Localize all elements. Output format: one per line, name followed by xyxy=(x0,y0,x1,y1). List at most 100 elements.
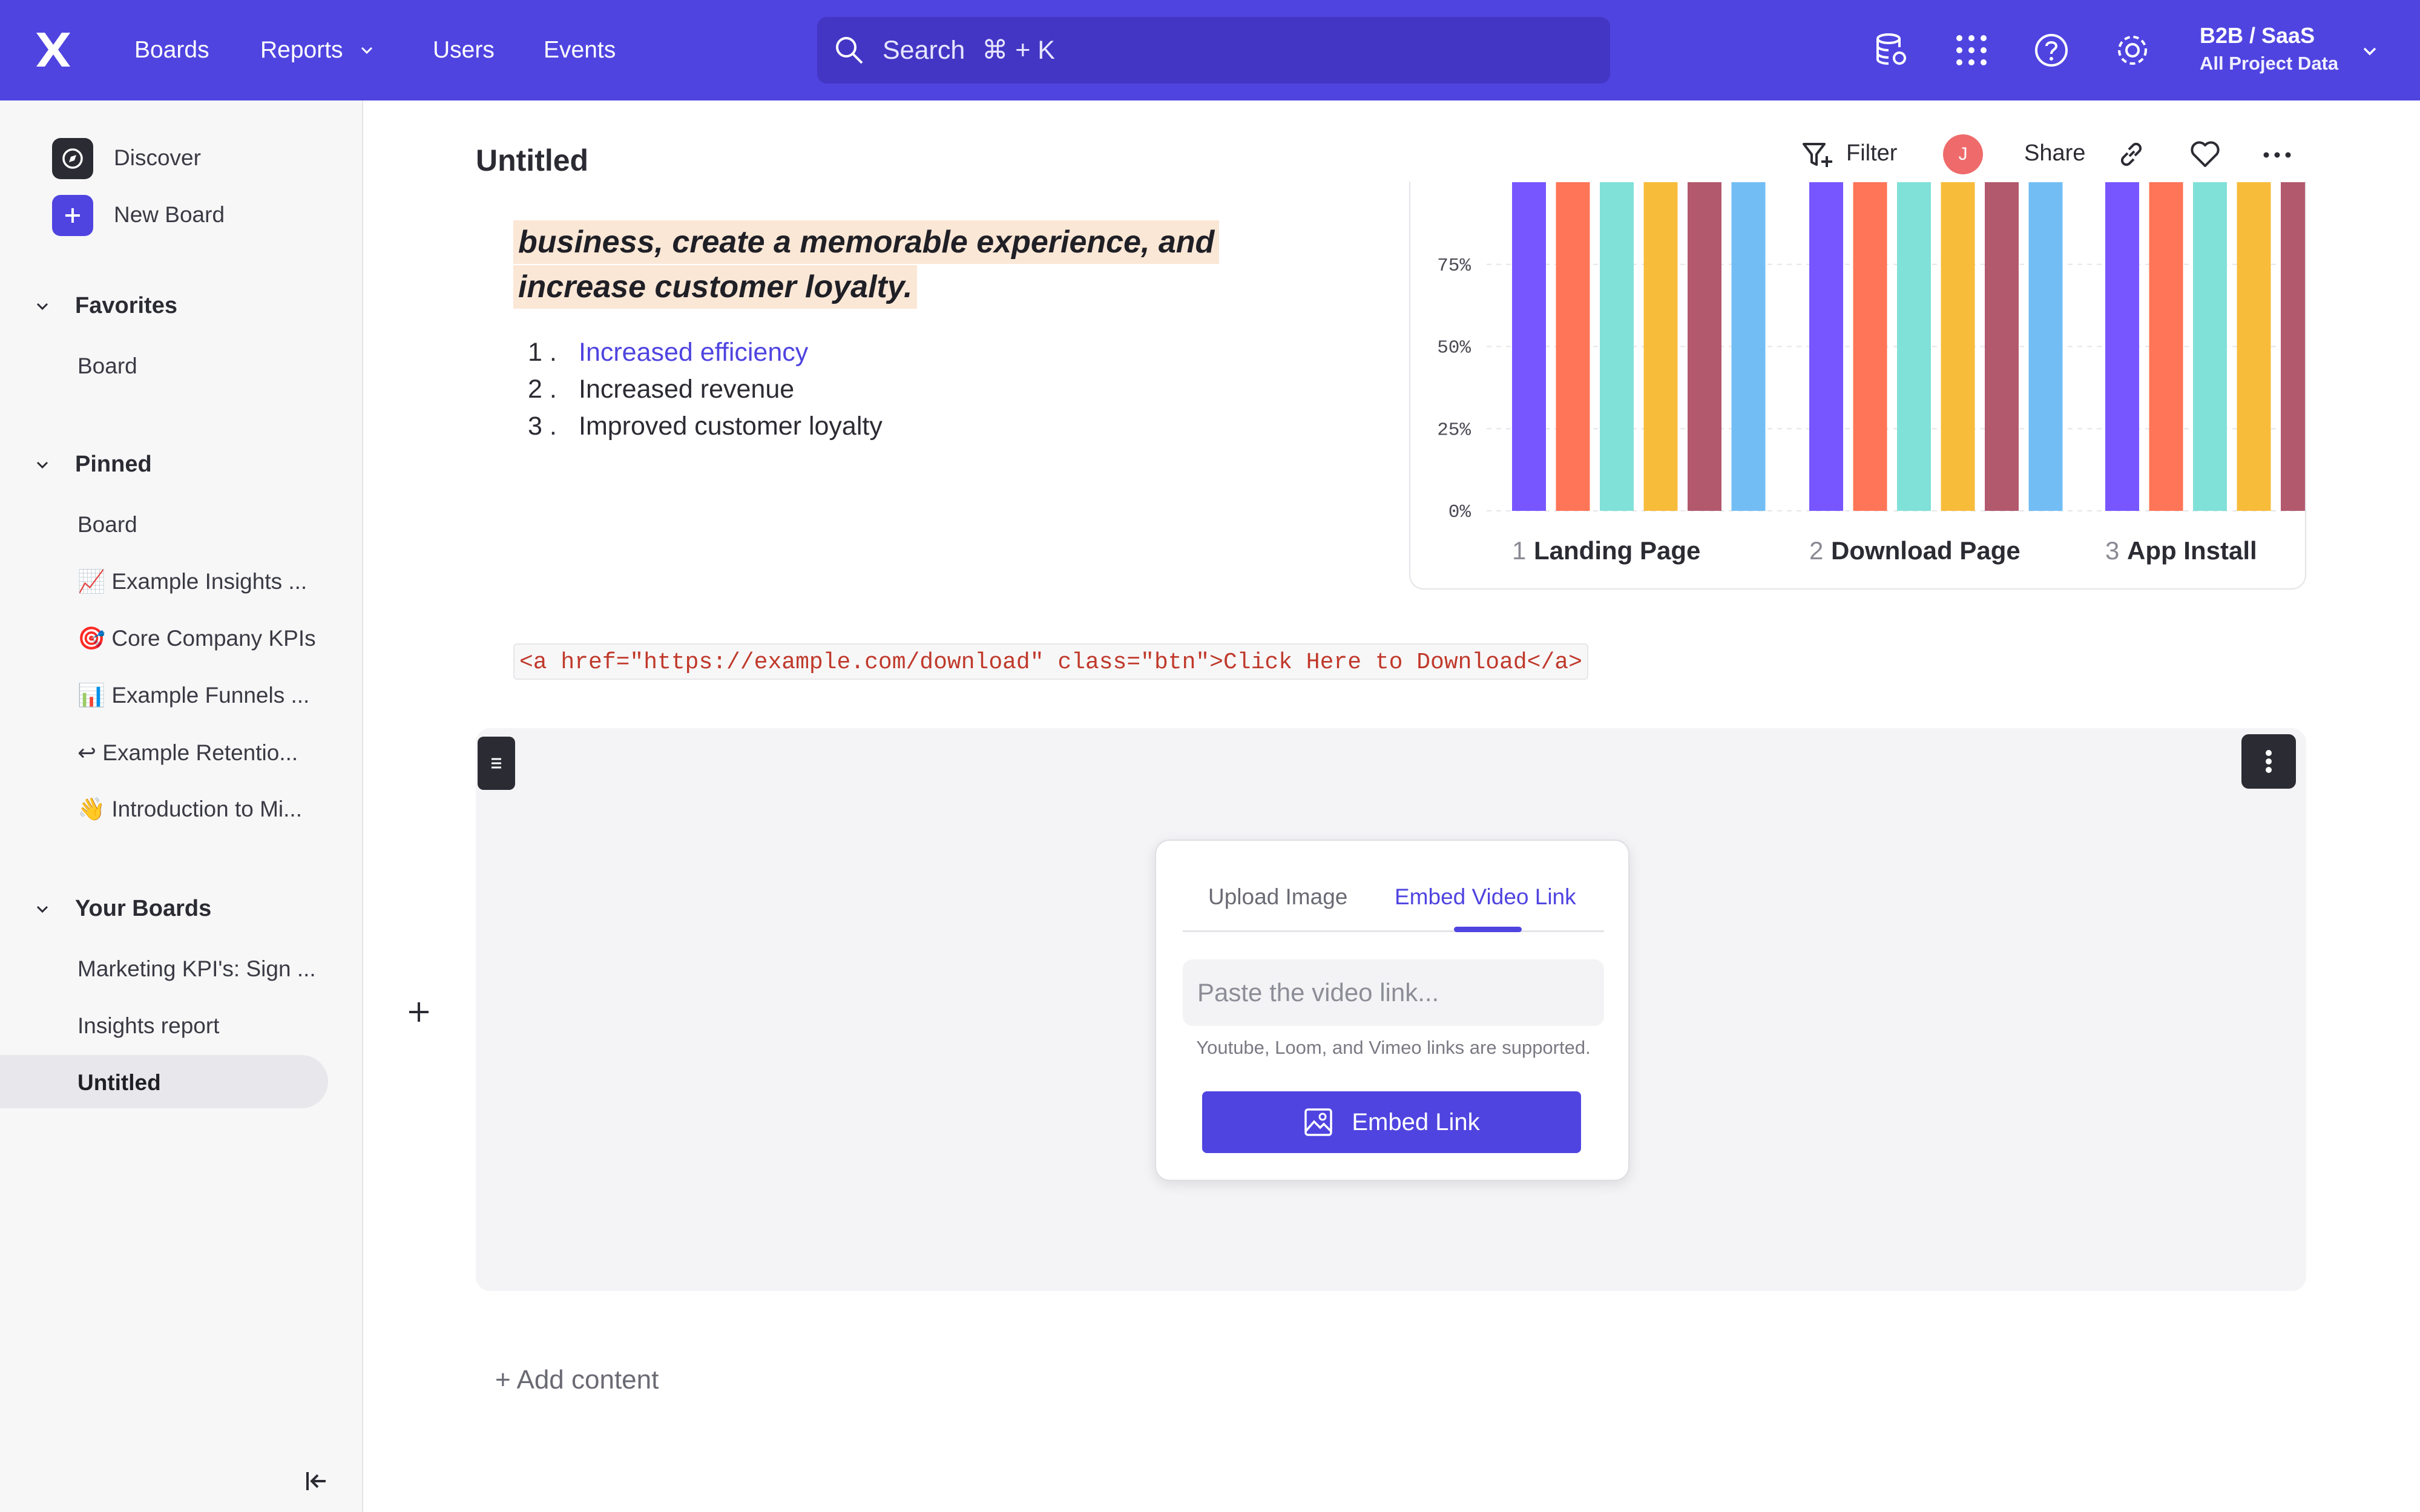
chevron-down-icon xyxy=(36,303,48,310)
gear-icon[interactable] xyxy=(2113,30,2152,70)
list-number: 2 . xyxy=(528,375,557,404)
nav-users[interactable]: Users xyxy=(433,0,495,100)
avatar[interactable]: J xyxy=(1943,134,1983,174)
chart-bar[interactable] xyxy=(1941,182,1975,511)
sidebar-item-favorite-board[interactable]: Board xyxy=(77,353,137,379)
category-number: 1 xyxy=(1512,536,1526,565)
chart-bar[interactable] xyxy=(1853,182,1887,511)
nav-boards-label: Boards xyxy=(134,37,209,63)
project-selector[interactable]: B2B / SaaS All Project Data xyxy=(2200,22,2338,77)
chart-bar[interactable] xyxy=(1643,182,1678,511)
add-content-button[interactable]: + Add content xyxy=(495,1365,659,1395)
nav-events[interactable]: Events xyxy=(544,0,616,100)
chart-bar[interactable] xyxy=(1985,182,2019,511)
logo-icon[interactable] xyxy=(31,28,75,71)
sidebar-item-example-insights[interactable]: 📈 Example Insights ... xyxy=(77,569,307,595)
chart-bar[interactable] xyxy=(1512,182,1546,511)
filter-icon[interactable] xyxy=(1800,138,1834,172)
tab-divider xyxy=(1183,930,1604,932)
drag-handle-icon xyxy=(492,758,501,769)
search-bar[interactable]: Search ⌘ + K xyxy=(817,17,1610,84)
apps-grid-icon[interactable] xyxy=(1951,30,1991,70)
y-tick-label: 0% xyxy=(1448,502,1471,523)
list-item: Improved customer loyalty xyxy=(579,412,883,441)
sidebar-item-untitled[interactable]: Untitled xyxy=(77,1070,161,1096)
chart-bar[interactable] xyxy=(1731,182,1766,511)
funnel-chart-card[interactable]: 75% 50% 25% 0% 1 Landing Page 2 Download Page 3 A… xyxy=(1409,182,2306,590)
block-menu-button[interactable] xyxy=(2241,734,2296,789)
add-block-icon[interactable] xyxy=(403,996,435,1028)
favorites-section-header[interactable]: Favorites xyxy=(34,293,177,319)
sidebar-active-highlight xyxy=(0,1055,328,1108)
category-label: App Install xyxy=(2127,536,2257,565)
more-vertical-icon xyxy=(2266,750,2272,773)
data-settings-icon[interactable] xyxy=(1872,30,1912,70)
sidebar: Discover New Board Favorites Board Pinne… xyxy=(0,100,363,1512)
project-scope: All Project Data xyxy=(2200,53,2339,74)
help-icon[interactable] xyxy=(2031,30,2071,70)
collapse-sidebar-icon[interactable] xyxy=(301,1466,332,1496)
sidebar-item-example-funnels[interactable]: 📊 Example Funnels ... xyxy=(77,683,309,709)
share-button[interactable]: Share xyxy=(2024,140,2085,166)
chart-bar[interactable] xyxy=(2149,182,2183,511)
sidebar-new-board[interactable]: New Board xyxy=(114,202,225,228)
project-name: B2B / SaaS xyxy=(2200,23,2315,48)
tab-embed-video-link[interactable]: Embed Video Link xyxy=(1395,884,1576,910)
pinned-section-header[interactable]: Pinned xyxy=(34,452,152,478)
video-link-input[interactable] xyxy=(1183,959,1604,1026)
top-navigation-bar: Boards Reports Users Events Search ⌘ + K… xyxy=(0,0,2420,100)
chart-bar[interactable] xyxy=(1809,182,1843,511)
sidebar-item-pinned-board[interactable]: Board xyxy=(77,512,137,537)
chevron-down-icon[interactable] xyxy=(2361,42,2379,61)
category-number: 3 xyxy=(2105,536,2119,565)
y-tick-label: 25% xyxy=(1437,419,1471,441)
chart-bar[interactable] xyxy=(2193,182,2227,511)
category-number: 2 xyxy=(1809,536,1823,565)
sidebar-item-introduction[interactable]: 👋 Introduction to Mi... xyxy=(77,797,302,823)
embed-media-card: Upload Image Embed Video Link Youtube, L… xyxy=(1155,840,1629,1181)
chart-bar[interactable] xyxy=(1600,182,1634,511)
sidebar-item-example-retention[interactable]: ↩ Example Retentio... xyxy=(77,740,298,766)
page-title[interactable]: Untitled xyxy=(476,143,588,178)
active-tab-indicator xyxy=(1454,927,1522,932)
category-label: Download Page xyxy=(1831,536,2021,565)
tab-upload-image[interactable]: Upload Image xyxy=(1208,884,1347,910)
heart-icon[interactable] xyxy=(2188,137,2223,172)
drag-handle[interactable] xyxy=(478,737,515,790)
chart-bar[interactable] xyxy=(2028,182,2063,511)
y-tick-label: 50% xyxy=(1437,338,1471,359)
nav-events-label: Events xyxy=(544,37,616,63)
quote-line-2: increase customer loyalty. xyxy=(513,265,918,309)
plus-icon xyxy=(52,195,93,236)
y-tick-label: 75% xyxy=(1437,255,1471,277)
sidebar-discover[interactable]: Discover xyxy=(114,145,201,171)
sidebar-item-insights-report[interactable]: Insights report xyxy=(77,1013,219,1039)
more-options-icon[interactable] xyxy=(2260,138,2294,172)
embed-link-button[interactable]: Embed Link xyxy=(1202,1091,1581,1153)
chart-bar[interactable] xyxy=(1897,182,1931,511)
funnel-bar-chart: 75% 50% 25% 0% 1 Landing Page 2 Download Page 3 A… xyxy=(1437,182,2306,565)
search-label: Search xyxy=(883,35,965,65)
chart-bar[interactable] xyxy=(2281,182,2306,511)
quote-line-1: business, create a memorable experience,… xyxy=(513,220,1220,264)
supported-links-hint: Youtube, Loom, and Vimeo links are suppo… xyxy=(1196,1037,1591,1058)
search-shortcut: ⌘ + K xyxy=(982,36,1055,65)
chart-bar[interactable] xyxy=(2105,182,2139,511)
chevron-down-icon xyxy=(36,461,48,468)
sidebar-item-core-company-kpis[interactable]: 🎯 Core Company KPIs xyxy=(77,626,316,652)
nav-reports-label: Reports xyxy=(260,37,343,63)
chart-bar[interactable] xyxy=(1688,182,1721,511)
chevron-down-icon xyxy=(36,906,48,913)
link-icon[interactable] xyxy=(2115,138,2148,171)
list-item-link[interactable]: Increased efficiency xyxy=(579,338,808,367)
chart-bar[interactable] xyxy=(1556,182,1590,511)
nav-boards[interactable]: Boards xyxy=(134,0,209,100)
search-icon xyxy=(836,37,863,64)
list-item: Increased revenue xyxy=(579,375,795,404)
list-number: 1 . xyxy=(528,338,557,367)
nav-reports[interactable]: Reports xyxy=(260,0,375,100)
chart-bar[interactable] xyxy=(2237,182,2271,511)
your-boards-section-header[interactable]: Your Boards xyxy=(34,896,211,922)
sidebar-item-marketing-kpis[interactable]: Marketing KPI's: Sign ... xyxy=(77,956,316,982)
filter-button[interactable]: Filter xyxy=(1846,140,1897,166)
